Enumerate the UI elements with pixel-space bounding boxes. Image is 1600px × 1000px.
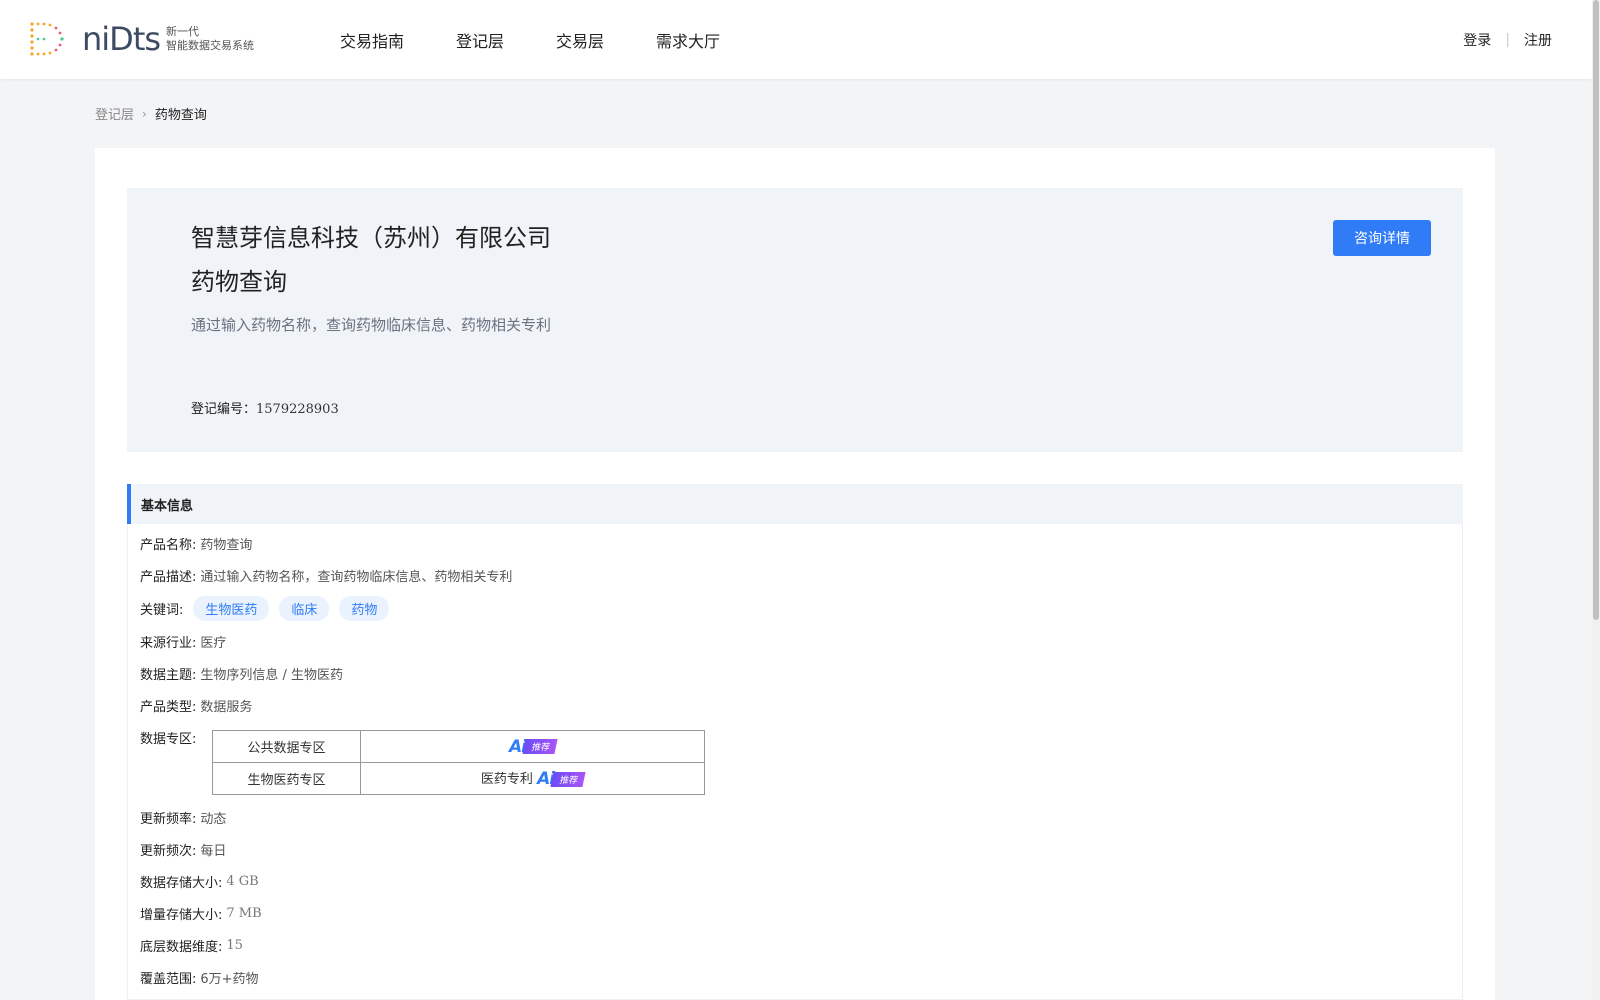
recommend-label: 推荐: [550, 771, 586, 787]
logo[interactable]: niDts 新一代 智能数据交易系统: [28, 20, 254, 58]
info-label: 更新频次:: [140, 844, 197, 859]
nav-trading-layer[interactable]: 交易层: [556, 28, 604, 52]
product-detail-card: 智慧芽信息科技（苏州）有限公司 药物查询 通过输入药物名称，查询药物临床信息、药…: [95, 148, 1495, 1000]
info-label: 关键词:: [140, 603, 184, 618]
logo-tagline: 新一代 智能数据交易系统: [166, 25, 254, 53]
company-name: 智慧芽信息科技（苏州）有限公司: [191, 224, 551, 252]
registration-value: 1579228903: [256, 402, 339, 417]
ai-recommend-badge: Ai 推荐: [509, 737, 558, 757]
info-value: 数据服务: [200, 700, 253, 715]
breadcrumb: 登记层 › 药物查询: [95, 104, 207, 124]
zone-value: 医药专利: [480, 771, 533, 787]
info-row-type: 产品类型: 数据服务: [140, 696, 252, 715]
consult-details-button[interactable]: 咨询详情: [1333, 220, 1431, 256]
info-label: 来源行业:: [140, 636, 197, 651]
info-row-product-name: 产品名称: 药物查询: [140, 534, 252, 553]
product-description: 通过输入药物名称，查询药物临床信息、药物相关专利: [191, 316, 552, 334]
product-title: 药物查询: [191, 268, 287, 296]
login-link[interactable]: 登录: [1463, 30, 1491, 50]
info-value: 每日: [200, 844, 227, 859]
data-zone-table: 公共数据专区 Ai 推荐 生物医药专区 医药专利 Ai 推荐: [212, 730, 705, 795]
info-row-dimensions: 底层数据维度: 15: [140, 936, 243, 955]
info-label: 数据主题:: [140, 668, 197, 683]
info-label: 产品名称:: [140, 538, 197, 553]
table-row: 公共数据专区 Ai 推荐: [212, 730, 705, 763]
zone-value-cell: 医药专利 Ai 推荐: [360, 762, 705, 795]
info-label: 数据存储大小:: [140, 876, 223, 891]
info-row-update-rate: 更新频率: 动态: [140, 808, 226, 827]
info-label: 更新频率:: [140, 812, 197, 827]
info-value: 药物查询: [200, 538, 253, 553]
logo-wordmark: niDts: [82, 20, 161, 58]
info-value: 15: [226, 938, 243, 953]
registration-number: 登记编号：1579228903: [191, 398, 339, 417]
info-label: 底层数据维度:: [140, 940, 223, 955]
info-row-coverage: 覆盖范围: 6万+药物: [140, 968, 259, 987]
info-value: 动态: [200, 812, 227, 827]
info-value: 4 GB: [226, 874, 259, 889]
info-label: 覆盖范围:: [140, 972, 197, 987]
ai-recommend-badge: Ai 推荐: [537, 769, 586, 789]
info-value: 生物序列信息 / 生物医药: [200, 668, 344, 683]
basic-info-panel: 产品名称: 药物查询 产品描述: 通过输入药物名称，查询药物临床信息、药物相关专…: [127, 524, 1463, 1000]
section-title: 基本信息: [141, 499, 194, 514]
nav-registration-layer[interactable]: 登记层: [456, 28, 504, 52]
breadcrumb-parent-link[interactable]: 登记层: [95, 104, 134, 123]
auth-links: 登录 | 注册: [1463, 0, 1552, 79]
registration-label: 登记编号：: [191, 402, 257, 417]
info-value: 医疗: [200, 636, 227, 651]
info-row-keywords: 关键词: 生物医药 临床 药物: [140, 596, 390, 621]
info-label: 产品类型:: [140, 700, 197, 715]
basic-info-header: 基本信息: [127, 484, 1463, 524]
info-value: 7 MB: [226, 906, 262, 921]
info-row-industry: 来源行业: 医疗: [140, 632, 226, 651]
nav-demand-hall[interactable]: 需求大厅: [656, 28, 720, 52]
top-header: niDts 新一代 智能数据交易系统 交易指南 登记层 交易层 需求大厅 登录 …: [0, 0, 1592, 79]
zone-name-cell: 公共数据专区: [212, 730, 361, 763]
auth-divider: |: [1505, 31, 1510, 48]
recommend-label: 推荐: [522, 739, 558, 754]
info-row-zone: 数据专区:: [140, 728, 196, 747]
info-row-update-freq: 更新频次: 每日: [140, 840, 226, 859]
nav-trade-guide[interactable]: 交易指南: [340, 28, 404, 52]
register-link[interactable]: 注册: [1524, 30, 1552, 50]
logo-tagline-line1: 新一代: [166, 25, 200, 38]
scrollbar-thumb[interactable]: [1593, 0, 1599, 620]
keyword-tag[interactable]: 临床: [279, 596, 330, 621]
logo-tagline-line2: 智能数据交易系统: [166, 39, 255, 52]
info-row-storage: 数据存储大小: 4 GB: [140, 872, 259, 891]
info-value: 6万+药物: [200, 972, 259, 987]
keyword-tag[interactable]: 药物: [339, 596, 390, 621]
chevron-right-icon: ›: [142, 106, 147, 121]
info-row-incremental: 增量存储大小: 7 MB: [140, 904, 262, 923]
info-row-topic: 数据主题: 生物序列信息 / 生物医药: [140, 664, 343, 683]
info-label: 数据专区:: [140, 732, 197, 747]
info-label: 增量存储大小:: [140, 908, 223, 923]
table-row: 生物医药专区 医药专利 Ai 推荐: [212, 762, 705, 795]
logo-dots-icon: [30, 22, 64, 56]
info-label: 产品描述:: [140, 570, 197, 585]
info-row-product-desc: 产品描述: 通过输入药物名称，查询药物临床信息、药物相关专利: [140, 566, 512, 585]
zone-value-cell: Ai 推荐: [360, 730, 705, 763]
breadcrumb-current: 药物查询: [154, 108, 207, 123]
main-nav: 交易指南 登记层 交易层 需求大厅: [340, 0, 772, 79]
product-hero: 智慧芽信息科技（苏州）有限公司 药物查询 通过输入药物名称，查询药物临床信息、药…: [127, 188, 1463, 452]
keyword-tag[interactable]: 生物医药: [193, 596, 270, 621]
info-value: 通过输入药物名称，查询药物临床信息、药物相关专利: [200, 570, 513, 585]
zone-name-cell: 生物医药专区: [212, 762, 361, 795]
